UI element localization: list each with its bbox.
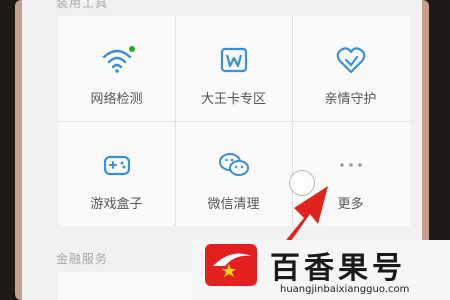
watermark-name: 百香果号	[270, 251, 406, 286]
finance-section-title: 金融服务	[56, 252, 109, 266]
tile-label: 更多	[337, 197, 364, 212]
status-dot	[128, 46, 135, 52]
tools-grid: 网络检测 大王卡专区 亲情守护 游戏盒子 微信清理 更多	[58, 16, 410, 226]
tile-king-card[interactable]: 大王卡专区	[175, 16, 292, 121]
watermark-logo	[205, 244, 257, 286]
tile-label: 游戏盒子	[90, 197, 143, 212]
king-card-icon	[218, 44, 250, 76]
watermark: 百香果号 huangjinbaixiangguo.com	[192, 240, 450, 300]
tile-label: 大王卡专区	[200, 92, 266, 107]
more-dots-icon	[335, 149, 367, 181]
tile-network-check[interactable]: 网络检测	[58, 16, 175, 121]
tools-section-title: 装用工具	[56, 0, 109, 10]
touch-indicator	[289, 170, 315, 196]
heart-shield-icon	[335, 44, 367, 76]
wechat-icon	[218, 149, 250, 181]
tile-label: 网络检测	[90, 92, 143, 107]
tile-wechat-clean[interactable]: 微信清理	[175, 121, 292, 226]
gamepad-icon	[101, 149, 133, 181]
watermark-url: huangjinbaixiangguo.com	[280, 284, 410, 295]
tile-label: 微信清理	[207, 197, 260, 212]
tile-family-guard[interactable]: 亲情守护	[292, 16, 409, 121]
tile-label: 亲情守护	[324, 92, 377, 107]
wifi-icon	[101, 44, 135, 76]
tile-game-box[interactable]: 游戏盒子	[58, 121, 175, 226]
